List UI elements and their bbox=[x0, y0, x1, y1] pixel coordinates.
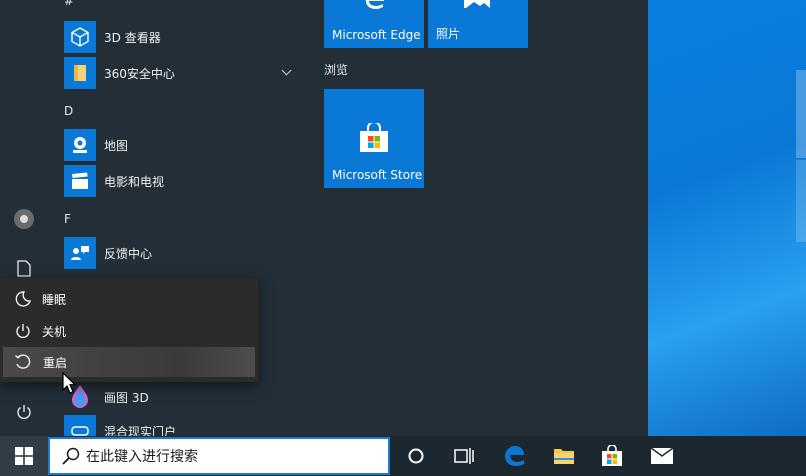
sleep-menu-item[interactable]: 睡眠 bbox=[0, 284, 258, 314]
mail-icon bbox=[650, 447, 674, 464]
cortana-button[interactable] bbox=[392, 436, 440, 476]
photo-icon bbox=[464, 0, 490, 8]
shutdown-label: 关机 bbox=[42, 324, 67, 339]
list-item-3d-viewer[interactable]: 3D 查看器 bbox=[64, 20, 304, 54]
start-menu: # 3D 查看器 360安全中心 D 地图 电影和电视 F 反馈中心 画图 3D… bbox=[0, 0, 648, 447]
restart-label: 重启 bbox=[43, 355, 68, 370]
tile-microsoft-edge[interactable]: Microsoft Edge bbox=[324, 0, 424, 48]
app-label: 地图 bbox=[104, 138, 129, 153]
list-item-paint-3d[interactable]: 画图 3D bbox=[64, 380, 304, 414]
power-icon bbox=[0, 323, 46, 339]
tile-photos[interactable]: 照片 bbox=[428, 0, 528, 48]
account-button[interactable] bbox=[12, 207, 36, 231]
group-header-d[interactable]: D bbox=[64, 104, 73, 118]
map-pin-icon bbox=[64, 129, 96, 161]
document-icon bbox=[17, 259, 31, 277]
clapperboard-icon bbox=[64, 165, 96, 197]
shutdown-menu-item[interactable]: 关机 bbox=[0, 316, 258, 346]
tile-label: 照片 bbox=[436, 27, 461, 41]
list-item-movies-tv[interactable]: 电影和电视 bbox=[64, 164, 304, 198]
tile-label: Microsoft Store bbox=[332, 168, 423, 182]
app-label: 360安全中心 bbox=[104, 66, 175, 81]
edge-taskbar-button[interactable] bbox=[490, 436, 538, 476]
windows-logo-icon bbox=[15, 447, 33, 465]
edge-icon bbox=[505, 446, 524, 466]
file-explorer-button[interactable] bbox=[540, 436, 588, 476]
list-item-maps[interactable]: 地图 bbox=[64, 128, 304, 162]
search-box[interactable]: 在此键入进行搜索 bbox=[48, 437, 390, 475]
mail-taskbar-button[interactable] bbox=[638, 436, 686, 476]
power-button[interactable] bbox=[12, 400, 36, 424]
taskbar: 在此键入进行搜索 bbox=[0, 436, 806, 476]
search-input[interactable]: 在此键入进行搜索 bbox=[86, 446, 198, 466]
avatar bbox=[14, 209, 34, 229]
task-view-button[interactable] bbox=[440, 436, 488, 476]
start-button[interactable] bbox=[0, 436, 48, 476]
store-bag-icon bbox=[360, 123, 388, 152]
store-taskbar-button[interactable] bbox=[588, 436, 636, 476]
documents-button[interactable] bbox=[12, 256, 36, 280]
tile-label: Microsoft Edge bbox=[332, 28, 421, 42]
group-header-hash[interactable]: # bbox=[64, 0, 74, 8]
task-view-icon bbox=[454, 448, 474, 464]
power-menu: 睡眠 关机 重启 bbox=[0, 278, 258, 382]
restart-icon bbox=[3, 353, 43, 371]
sleep-label: 睡眠 bbox=[42, 292, 67, 307]
group-header-f[interactable]: F bbox=[64, 212, 71, 226]
cortana-circle-icon bbox=[408, 448, 424, 464]
app-label: 3D 查看器 bbox=[104, 30, 161, 45]
mouse-cursor-icon bbox=[62, 372, 76, 394]
search-icon bbox=[62, 447, 80, 465]
folder-icon bbox=[554, 449, 574, 464]
list-item-360-security[interactable]: 360安全中心 bbox=[64, 56, 304, 90]
folder-icon bbox=[64, 57, 96, 89]
chevron-down-icon[interactable] bbox=[281, 65, 292, 76]
app-label: 电影和电视 bbox=[104, 174, 165, 189]
desktop-window-edge-2[interactable] bbox=[796, 160, 806, 242]
app-label: 画图 3D bbox=[104, 390, 149, 405]
restart-menu-item[interactable]: 重启 bbox=[3, 347, 255, 377]
power-icon bbox=[17, 405, 31, 419]
tile-microsoft-store[interactable]: Microsoft Store bbox=[324, 89, 424, 188]
tile-group-title[interactable]: 浏览 bbox=[324, 61, 348, 78]
app-label: 反馈中心 bbox=[104, 246, 153, 261]
edge-icon bbox=[365, 0, 384, 9]
desktop-window-edge[interactable] bbox=[796, 70, 806, 158]
desktop-background bbox=[648, 0, 806, 436]
feedback-icon bbox=[64, 237, 96, 269]
cube-icon bbox=[64, 21, 96, 53]
store-bag-icon bbox=[602, 445, 622, 466]
moon-icon bbox=[0, 291, 46, 307]
list-item-feedback-hub[interactable]: 反馈中心 bbox=[64, 236, 304, 270]
